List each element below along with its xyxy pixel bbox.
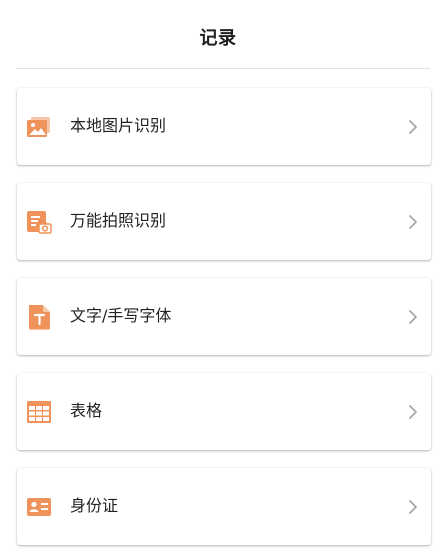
chevron-right-icon [407,498,419,516]
header: 记录 [0,0,436,69]
record-item-text[interactable]: 文字/手写字体 [17,278,431,355]
camera-doc-icon [26,209,52,235]
text-doc-icon [26,304,52,330]
table-icon [26,399,52,425]
image-icon [26,114,52,140]
record-item-photo[interactable]: 万能拍照识别 [17,183,431,260]
record-item-label: 文字/手写字体 [70,306,172,325]
chevron-right-icon [407,403,419,421]
records-page: 记录 本地图片识别 万能拍照识别 文字/手写字体 表格 身份证 [0,0,436,553]
chevron-right-icon [407,308,419,326]
record-item-label: 身份证 [70,496,119,515]
chevron-right-icon [407,213,419,231]
chevron-right-icon [407,118,419,136]
record-item-label: 万能拍照识别 [70,211,167,230]
id-card-icon [26,494,52,520]
record-item-label: 本地图片识别 [70,116,167,135]
record-item-label: 表格 [70,401,103,420]
page-title: 记录 [199,28,237,49]
record-item-local-image[interactable]: 本地图片识别 [17,88,431,165]
record-item-id-card[interactable]: 身份证 [17,468,431,545]
record-item-table[interactable]: 表格 [17,373,431,450]
header-divider [16,68,430,69]
